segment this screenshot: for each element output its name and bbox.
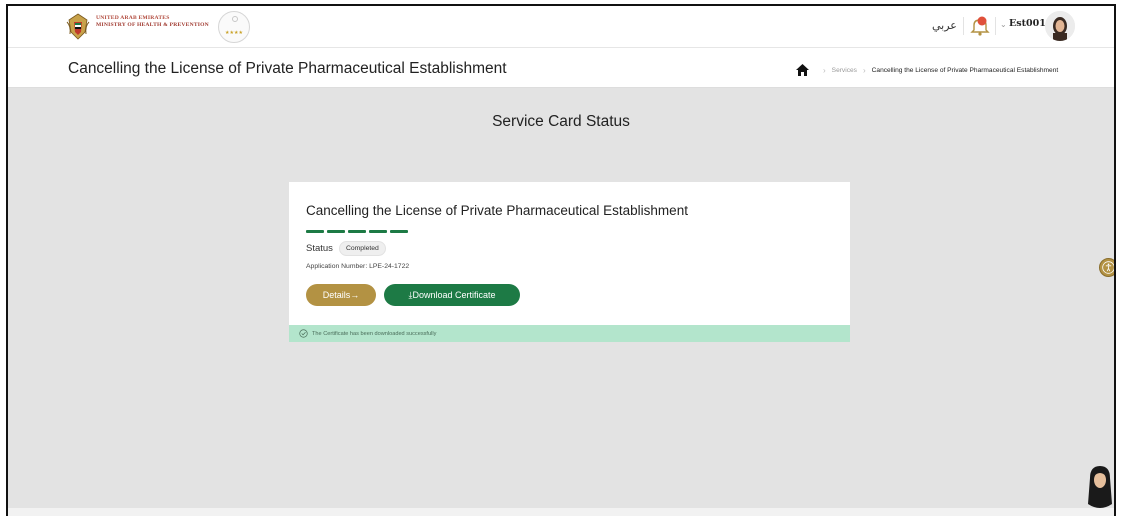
main-content: Service Card Status Cancelling the Licen… xyxy=(8,88,1114,508)
check-circle-icon xyxy=(299,329,308,338)
progress-step xyxy=(327,230,345,233)
breadcrumb: › Services › Cancelling the License of P… xyxy=(796,64,1058,76)
home-icon[interactable] xyxy=(796,64,809,76)
star-rating-badge: ★★★★ xyxy=(218,11,250,43)
application-number: Application Number: LPE-24-1722 xyxy=(306,263,410,270)
top-header: UNITED ARAB EMIRATES MINISTRY OF HEALTH … xyxy=(8,6,1114,48)
page-title-bar: Cancelling the License of Private Pharma… xyxy=(8,48,1114,88)
details-button[interactable]: Details→ xyxy=(306,284,376,306)
breadcrumb-services[interactable]: Services xyxy=(832,67,857,74)
status-label: Status xyxy=(306,243,333,254)
accessibility-icon[interactable] xyxy=(1099,258,1116,277)
page-title: Cancelling the License of Private Pharma… xyxy=(68,60,507,77)
progress-step xyxy=(306,230,324,233)
chevron-down-icon[interactable]: ⌄ xyxy=(1000,20,1007,29)
success-alert: The Certificate has been downloaded succ… xyxy=(289,325,850,342)
divider xyxy=(963,17,964,35)
avatar-illustration-icon xyxy=(1045,11,1075,41)
language-toggle[interactable]: عربي xyxy=(932,19,957,32)
card-title: Cancelling the License of Private Pharma… xyxy=(306,203,688,218)
user-avatar[interactable] xyxy=(1045,11,1075,41)
progress-steps xyxy=(306,230,408,233)
footer-strip xyxy=(8,508,1114,516)
browser-frame: UNITED ARAB EMIRATES MINISTRY OF HEALTH … xyxy=(6,4,1116,516)
notification-bell-icon[interactable] xyxy=(968,14,992,38)
badge-stars: ★★★★ xyxy=(225,30,243,36)
success-message: The Certificate has been downloaded succ… xyxy=(312,330,437,337)
divider xyxy=(995,17,996,35)
ministry-line-1: UNITED ARAB EMIRATES xyxy=(96,15,170,21)
breadcrumb-chevron-icon: › xyxy=(823,65,826,75)
breadcrumb-chevron-icon: › xyxy=(862,65,866,75)
section-title: Service Card Status xyxy=(492,113,630,130)
ministry-line-2: MINISTRY OF HEALTH & PREVENTION xyxy=(96,22,209,28)
uae-emblem-icon[interactable] xyxy=(65,12,91,42)
virtual-assistant-icon[interactable] xyxy=(1086,464,1114,508)
badge-emblem-icon xyxy=(232,16,238,22)
status-badge: Completed xyxy=(338,241,386,256)
breadcrumb-current: Cancelling the License of Private Pharma… xyxy=(871,66,1059,74)
download-certificate-button[interactable]: ⤓Download Certificate xyxy=(384,284,520,306)
ministry-name: UNITED ARAB EMIRATES MINISTRY OF HEALTH … xyxy=(96,15,209,29)
progress-step xyxy=(390,230,408,233)
progress-step xyxy=(369,230,387,233)
service-card: Cancelling the License of Private Pharma… xyxy=(289,182,850,342)
username[interactable]: Est001 xyxy=(1009,18,1046,29)
status-row: Status Completed xyxy=(306,241,386,256)
progress-step xyxy=(348,230,366,233)
